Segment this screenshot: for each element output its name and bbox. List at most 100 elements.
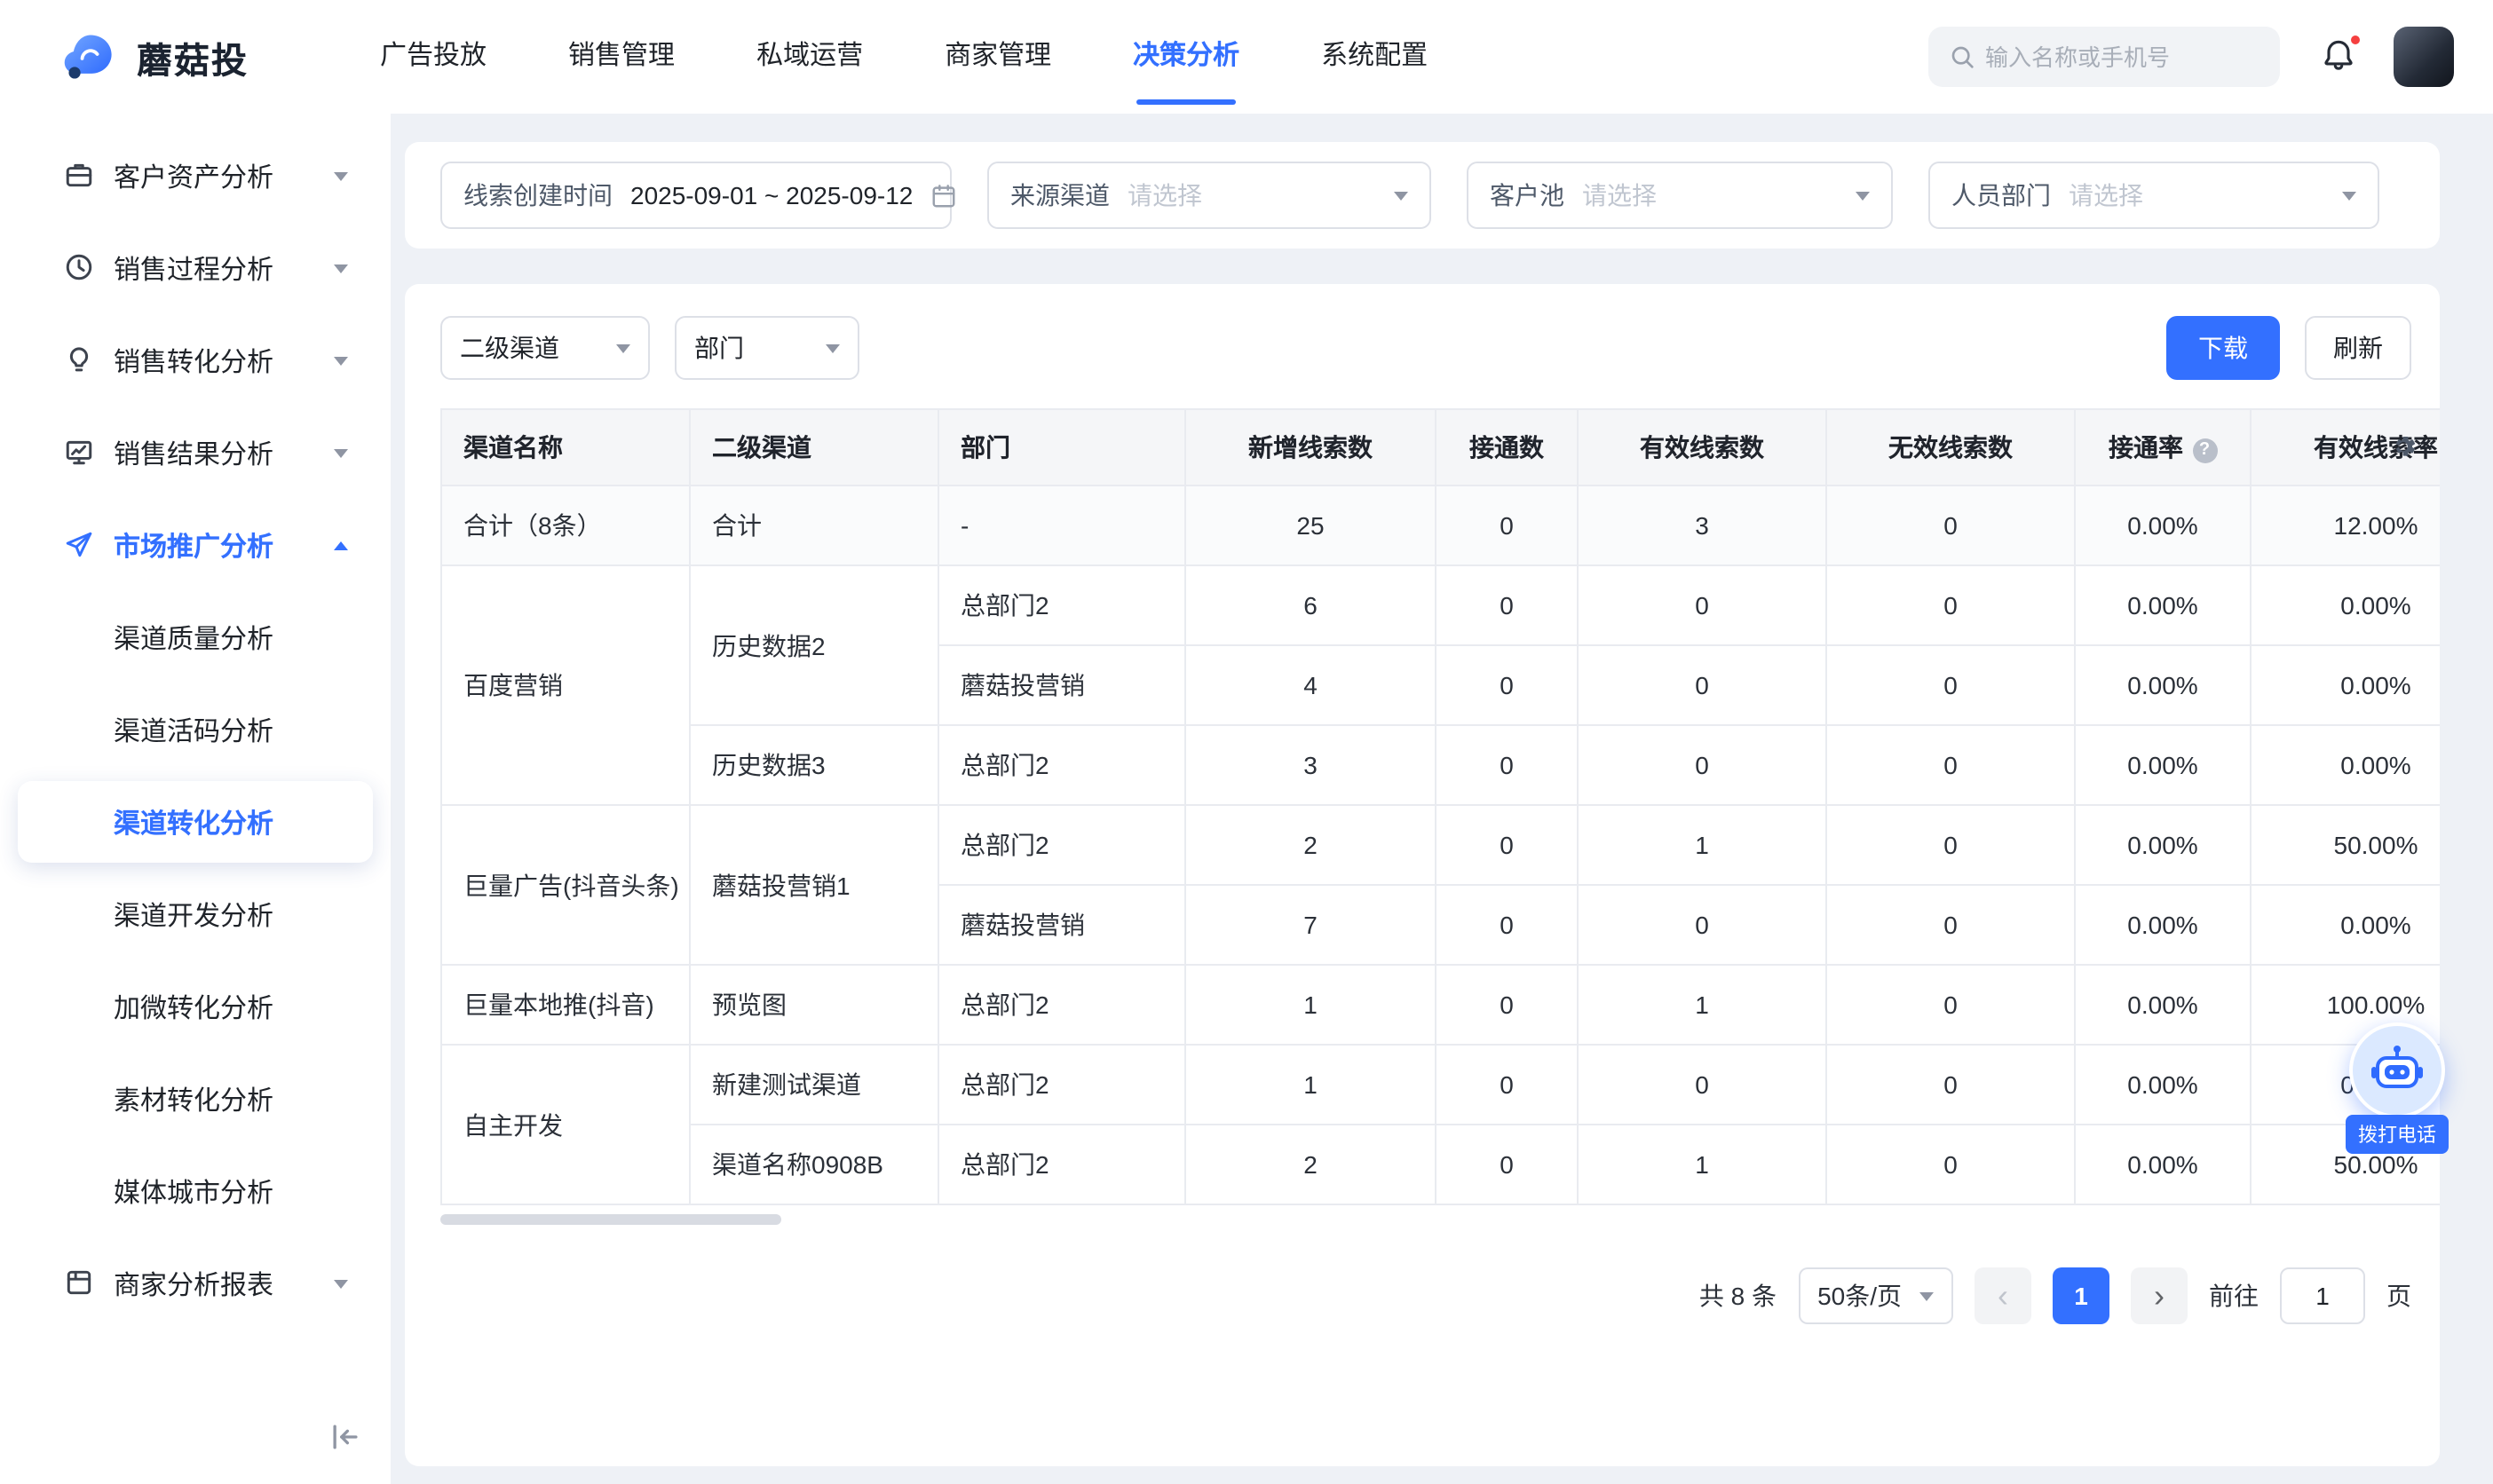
cell: 0.00% xyxy=(2075,1125,2251,1204)
col-header-connect-rate: 接通率? xyxy=(2075,409,2251,485)
bell-icon[interactable] xyxy=(2319,36,2362,78)
department-value: 部门 xyxy=(694,330,744,366)
next-page-button[interactable]: › xyxy=(2131,1267,2188,1324)
nav-item-private-domain[interactable]: 私域运营 xyxy=(756,0,863,114)
cell: 0 xyxy=(1436,885,1578,965)
cell: 0 xyxy=(1436,485,1578,565)
cell: 巨量广告(抖音头条) xyxy=(441,805,690,965)
date-filter-label: 线索创建时间 xyxy=(463,178,613,213)
global-search xyxy=(1928,27,2280,87)
robot-icon xyxy=(2349,1022,2445,1118)
sidebar-item-channel-conversion[interactable]: 渠道转化分析 xyxy=(18,781,373,863)
sidebar-item-customer-assets[interactable]: 客户资产分析 xyxy=(18,135,373,217)
clock-icon xyxy=(64,252,96,284)
goto-label: 前往 xyxy=(2209,1278,2259,1314)
question-icon[interactable]: ? xyxy=(2192,438,2217,462)
current-page-button[interactable]: 1 xyxy=(2053,1267,2109,1324)
sidebar-item-label: 销售过程分析 xyxy=(114,249,273,287)
sidebar-item-sales-results[interactable]: 销售结果分析 xyxy=(18,412,373,493)
cell: 合计（8条） xyxy=(441,485,690,565)
secondary-channel-value: 二级渠道 xyxy=(460,330,559,366)
source-channel-select[interactable]: 来源渠道 请选择 xyxy=(987,162,1431,229)
cell: 4 xyxy=(1185,645,1436,725)
table-row: 巨量广告(抖音头条) 蘑菇投营销1 总部门2 2 0 1 0 0.00% 50.… xyxy=(441,805,2440,885)
cell: 7 xyxy=(1185,885,1436,965)
cell: 12.00% xyxy=(2251,485,2440,565)
cell: 0.00% xyxy=(2075,725,2251,805)
cell: 总部门2 xyxy=(938,1045,1185,1125)
notification-dot xyxy=(2349,34,2362,46)
sidebar-item-wechat-conversion[interactable]: 加微转化分析 xyxy=(18,966,373,1047)
refresh-button[interactable]: 刷新 xyxy=(2305,316,2411,380)
brand: 蘑菇投 xyxy=(60,27,249,87)
cell: 0 xyxy=(1826,485,2075,565)
goto-page-input[interactable] xyxy=(2280,1267,2365,1324)
collapse-sidebar-icon[interactable] xyxy=(328,1420,362,1463)
sidebar-item-label: 市场推广分析 xyxy=(114,526,273,564)
report-icon xyxy=(64,1267,96,1299)
department-select[interactable]: 部门 xyxy=(675,316,859,380)
col-header-invalid-leads: 无效线索数 xyxy=(1826,409,2075,485)
sidebar-item-media-city[interactable]: 媒体城市分析 xyxy=(18,1150,373,1232)
page-size-select[interactable]: 50条/页 xyxy=(1798,1267,1953,1324)
sidebar-item-merchant-reports[interactable]: 商家分析报表 xyxy=(18,1243,373,1324)
cell: 0 xyxy=(1826,885,2075,965)
cell: 0.00% xyxy=(2075,965,2251,1045)
col-header-secondary-channel: 二级渠道 xyxy=(690,409,938,485)
table-row: 百度营销 历史数据2 总部门2 6 0 0 0 0.00% 0.00% xyxy=(441,565,2440,645)
monitor-chart-icon xyxy=(64,437,96,469)
cell: 6 xyxy=(1185,565,1436,645)
calendar-icon xyxy=(913,182,957,209)
cell: 0 xyxy=(1826,565,2075,645)
sidebar-item-channel-quality[interactable]: 渠道质量分析 xyxy=(18,596,373,678)
gear-icon[interactable] xyxy=(2388,431,2418,462)
cell: 0.00% xyxy=(2075,1045,2251,1125)
chevron-down-icon xyxy=(334,356,348,365)
nav-item-merchant[interactable]: 商家管理 xyxy=(945,0,1051,114)
nav-item-decision-analysis[interactable]: 决策分析 xyxy=(1133,0,1239,114)
sidebar-item-label: 销售转化分析 xyxy=(114,342,273,379)
pool-filter-placeholder: 请选择 xyxy=(1582,178,1657,213)
sidebar-item-sales-conversion[interactable]: 销售转化分析 xyxy=(18,320,373,401)
cell: 0 xyxy=(1826,1125,2075,1204)
cell: 1 xyxy=(1578,1125,1826,1204)
dept-filter-placeholder: 请选择 xyxy=(2069,178,2143,213)
cell: 0 xyxy=(1436,645,1578,725)
search-input[interactable] xyxy=(1928,27,2280,87)
user-avatar[interactable] xyxy=(2394,27,2454,87)
cell: 0.00% xyxy=(2075,485,2251,565)
sidebar-item-market-promotion[interactable]: 市场推广分析 xyxy=(18,504,373,586)
chevron-down-icon xyxy=(1838,191,1870,200)
call-widget[interactable]: 拨打电话 xyxy=(2344,1022,2450,1154)
download-button[interactable]: 下载 xyxy=(2166,316,2280,380)
sidebar-item-channel-livecode[interactable]: 渠道活码分析 xyxy=(18,689,373,770)
customer-pool-select[interactable]: 客户池 请选择 xyxy=(1467,162,1893,229)
cell: 历史数据3 xyxy=(690,725,938,805)
cell: 3 xyxy=(1578,485,1826,565)
scrollbar-thumb[interactable] xyxy=(440,1214,781,1225)
secondary-channel-select[interactable]: 二级渠道 xyxy=(440,316,650,380)
nav-item-system-config[interactable]: 系统配置 xyxy=(1321,0,1428,114)
cell: 蘑菇投营销 xyxy=(938,645,1185,725)
date-range-picker[interactable]: 线索创建时间 2025-09-01 ~ 2025-09-12 xyxy=(440,162,952,229)
cell: 0 xyxy=(1578,645,1826,725)
total-count: 共 8 条 xyxy=(1699,1278,1777,1314)
cell: 1 xyxy=(1578,965,1826,1045)
sidebar-item-label: 商家分析报表 xyxy=(114,1265,273,1302)
call-widget-label: 拨打电话 xyxy=(2346,1115,2449,1154)
sidebar-item-sales-process[interactable]: 销售过程分析 xyxy=(18,227,373,309)
prev-page-button[interactable]: ‹ xyxy=(1975,1267,2031,1324)
source-filter-placeholder: 请选择 xyxy=(1128,178,1202,213)
nav-item-ads[interactable]: 广告投放 xyxy=(380,0,487,114)
filter-bar: 线索创建时间 2025-09-01 ~ 2025-09-12 来源渠道 请选择 … xyxy=(405,142,2440,249)
staff-department-select[interactable]: 人员部门 请选择 xyxy=(1928,162,2379,229)
sidebar-item-label: 销售结果分析 xyxy=(114,434,273,471)
sidebar-item-channel-development[interactable]: 渠道开发分析 xyxy=(18,873,373,955)
sidebar-item-material-conversion[interactable]: 素材转化分析 xyxy=(18,1058,373,1140)
briefcase-icon xyxy=(64,160,96,192)
nav-item-sales[interactable]: 销售管理 xyxy=(568,0,675,114)
cell: 1 xyxy=(1185,1045,1436,1125)
cell: 0 xyxy=(1826,725,2075,805)
table-row: 历史数据3 总部门2 3 0 0 0 0.00% 0.00% xyxy=(441,725,2440,805)
cell: 0.00% xyxy=(2251,885,2440,965)
